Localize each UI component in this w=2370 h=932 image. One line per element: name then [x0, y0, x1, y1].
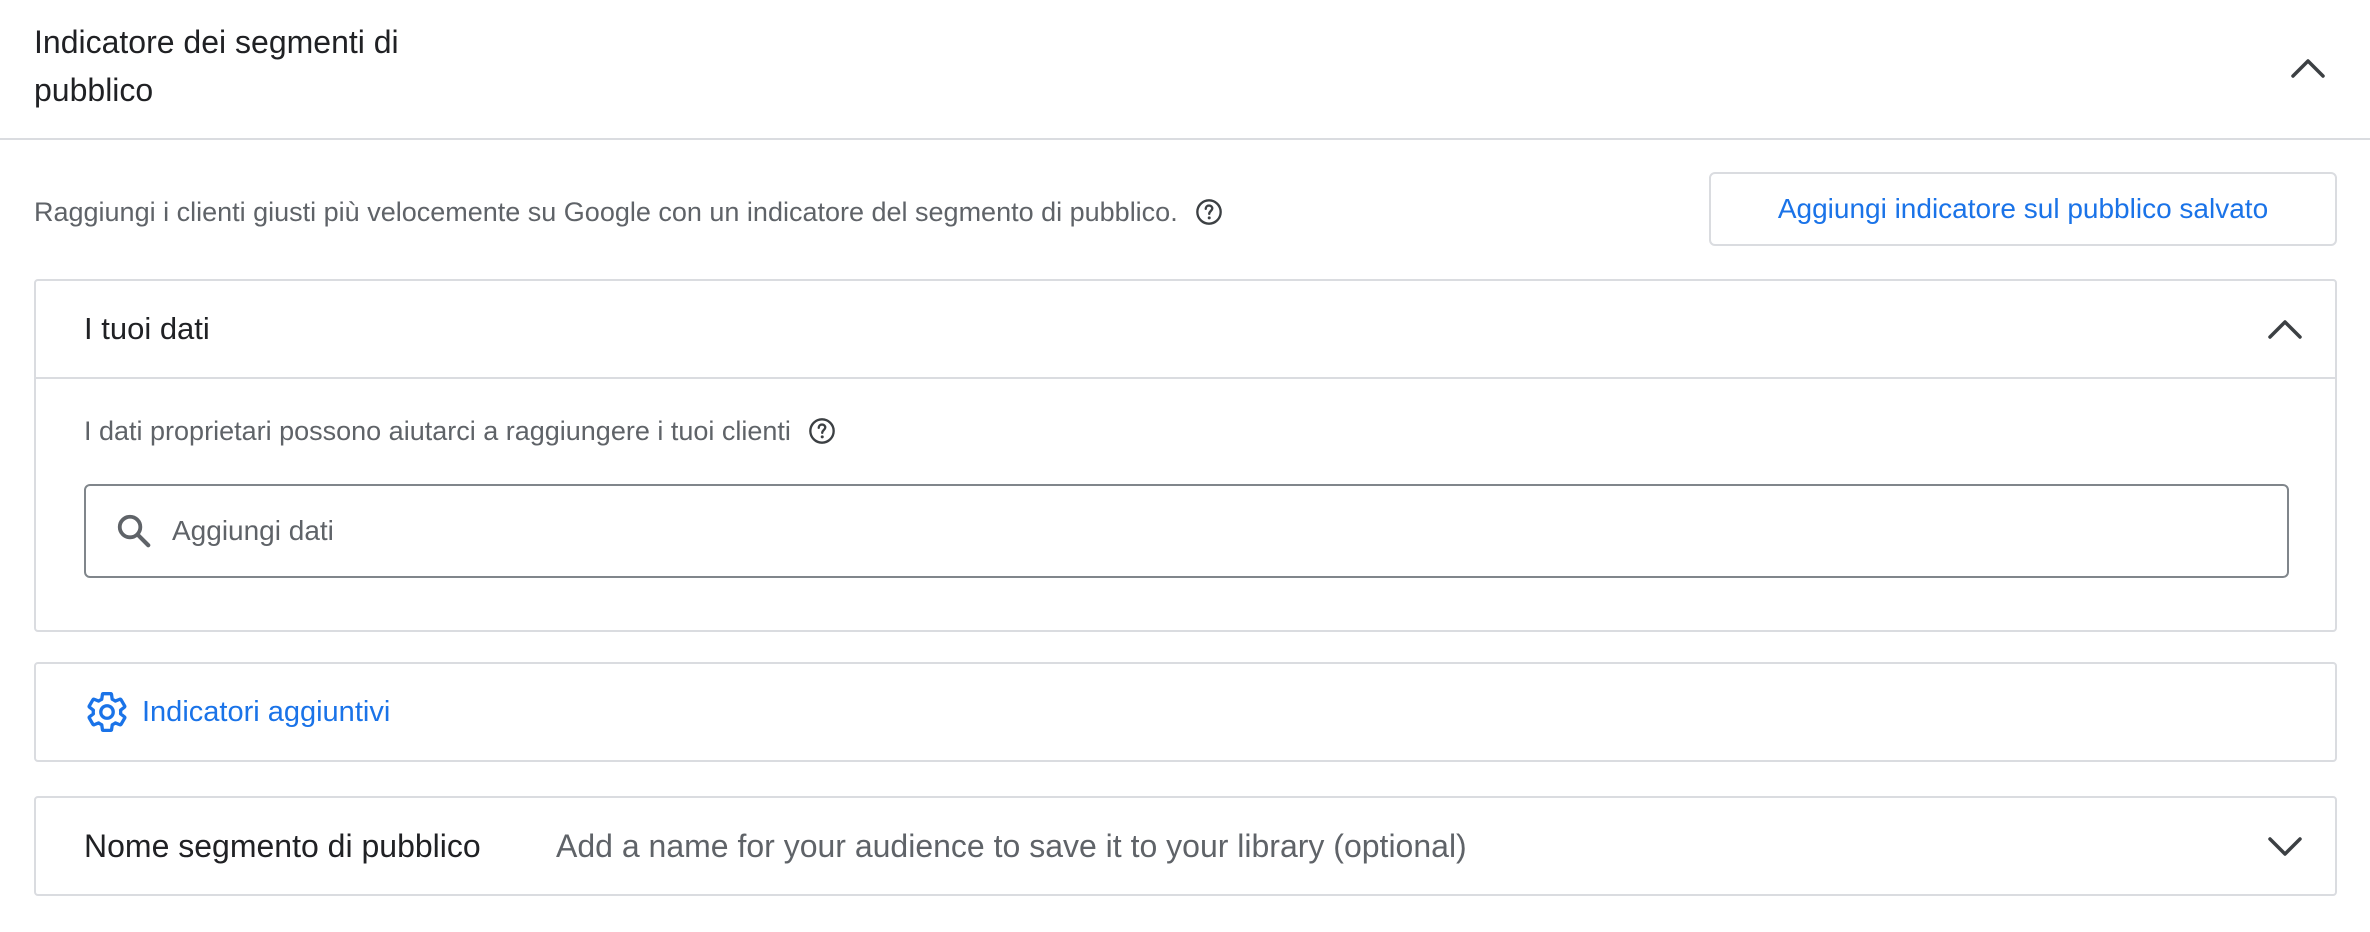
section-header[interactable]: Indicatore dei segmenti di pubblico: [0, 0, 2370, 140]
chevron-down-icon[interactable]: [2265, 826, 2305, 866]
help-circle-icon[interactable]: [1194, 197, 1224, 227]
additional-signals-panel[interactable]: Indicatori aggiuntivi: [34, 662, 2337, 762]
add-saved-signal-button[interactable]: Aggiungi indicatore sul pubblico salvato: [1709, 172, 2337, 246]
additional-signals-label: Indicatori aggiuntivi: [142, 695, 391, 728]
segment-name-label: Nome segmento di pubblico: [84, 828, 481, 864]
segment-name-hint: Add a name for your audience to save it …: [556, 828, 1467, 864]
section-title: Indicatore dei segmenti di pubblico: [34, 24, 399, 108]
your-data-title: I tuoi dati: [84, 311, 210, 346]
search-icon: [114, 511, 154, 551]
chevron-up-icon[interactable]: [2265, 309, 2305, 349]
segment-name-panel[interactable]: Nome segmento di pubblico Add a name for…: [34, 796, 2337, 896]
intro-description: Raggiungi i clienti giusti più velocemen…: [34, 197, 1178, 227]
intro-row: Raggiungi i clienti giusti più velocemen…: [34, 192, 1224, 232]
section-body: Raggiungi i clienti giusti più velocemen…: [0, 140, 2370, 932]
help-circle-icon[interactable]: [807, 416, 837, 446]
gear-icon: [84, 689, 130, 735]
your-data-header[interactable]: I tuoi dati: [36, 281, 2335, 379]
first-party-row: I dati proprietari possono aiutarci a ra…: [84, 411, 837, 451]
your-data-panel: I tuoi dati I dati proprietari possono a…: [34, 279, 2337, 632]
add-data-input[interactable]: [172, 515, 2172, 547]
first-party-description: I dati proprietari possono aiutarci a ra…: [84, 416, 791, 446]
audience-signal-section: Indicatore dei segmenti di pubblico Ragg…: [0, 0, 2370, 932]
add-data-search[interactable]: [84, 484, 2289, 578]
chevron-up-icon[interactable]: [2288, 48, 2328, 88]
